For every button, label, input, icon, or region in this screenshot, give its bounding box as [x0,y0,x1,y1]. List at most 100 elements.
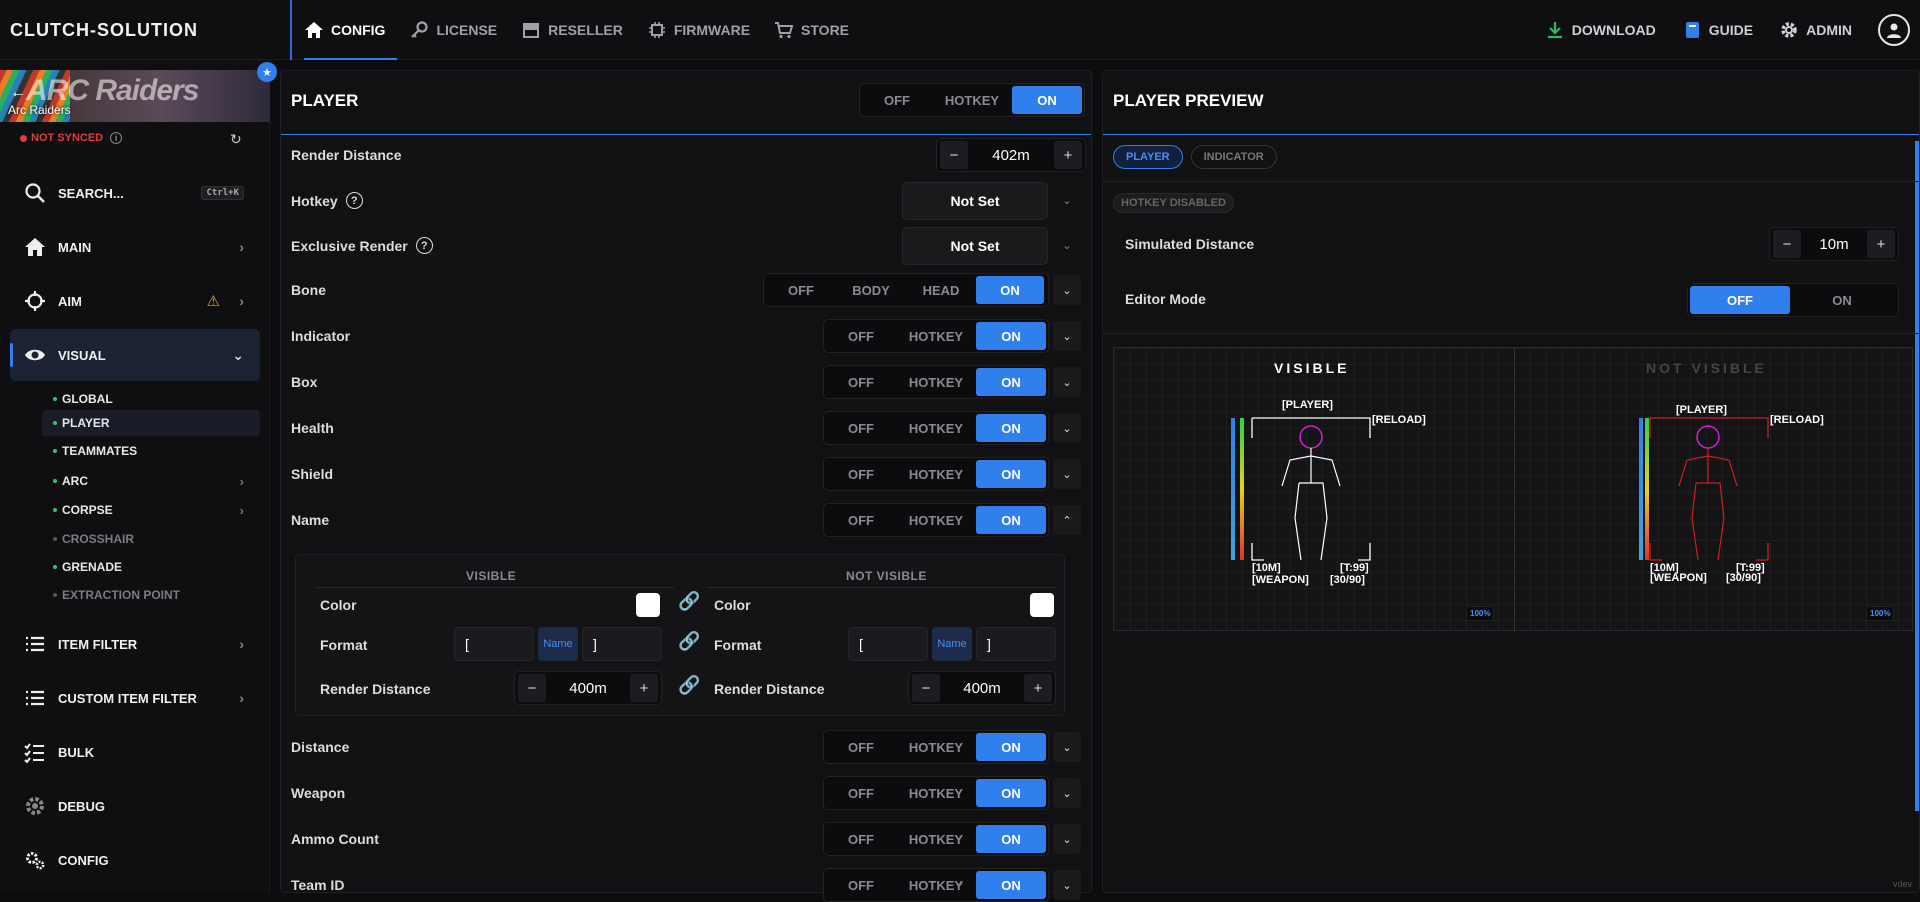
chevron-down-icon[interactable]: ⌄ [1053,230,1081,260]
toggle-on[interactable]: ON [976,460,1046,488]
chevron-down-icon[interactable]: ⌄ [1053,185,1081,215]
chevron-down-icon[interactable]: ⌄ [1053,367,1081,397]
toggle-ammo-count[interactable]: OFFHOTKEYON [823,822,1049,856]
toggle-weapon[interactable]: OFFHOTKEYON [823,776,1049,810]
sidebar-item-bulk[interactable]: BULK [10,726,260,778]
editor-mode-on[interactable]: ON [1790,286,1894,314]
sidebar-item-item-filter[interactable]: ITEM FILTER › [10,618,260,670]
pin-icon[interactable]: ★ [257,62,277,82]
visible-zoom-badge[interactable]: 100% [1466,606,1494,621]
toggle-on[interactable]: ON [976,414,1046,442]
chevron-down-icon[interactable]: ⌄ [1053,321,1081,351]
toggle-distance[interactable]: OFFHOTKEYON [823,730,1049,764]
sidebar-item-visual[interactable]: VISUAL ⌄ [10,329,260,381]
tab-indicator[interactable]: INDICATOR [1191,145,1277,169]
not-visible-format-prefix[interactable]: [ [848,627,928,661]
toggle-hotkey[interactable]: HOTKEY [896,414,976,442]
sidebar-subitem-global[interactable]: GLOBAL [42,386,260,412]
toggle-hotkey[interactable]: HOTKEY [896,368,976,396]
not-visible-name-token[interactable]: Name [932,627,972,661]
toggle-off[interactable]: OFF [826,414,896,442]
sidebar-subitem-grenade[interactable]: GRENADE [42,554,260,580]
toggle-on[interactable]: ON [976,779,1046,807]
help-icon[interactable]: ? [416,237,433,254]
toggle-off[interactable]: OFF [826,322,896,350]
decrement-button[interactable]: − [518,674,546,702]
toggle-health[interactable]: OFFHOTKEYON [823,411,1049,445]
toggle-on[interactable]: ON [976,506,1046,534]
increment-button[interactable]: + [630,674,658,702]
bone-on[interactable]: ON [976,276,1044,304]
bone-off[interactable]: OFF [766,276,836,304]
info-icon[interactable]: i [110,132,122,144]
toggle-off[interactable]: OFF [826,733,896,761]
sidebar-subitem-crosshair[interactable]: CROSSHAIR [42,526,260,552]
render-distance-stepper[interactable]: − 402m + [936,138,1086,172]
not-visible-format-suffix[interactable]: ] [976,627,1056,661]
increment-button[interactable]: + [1054,141,1082,169]
chevron-down-icon[interactable]: ⌄ [1053,413,1081,443]
toggle-shield[interactable]: OFFHOTKEYON [823,457,1049,491]
toggle-on[interactable]: ON [1012,86,1082,114]
toggle-off[interactable]: OFF [826,506,896,534]
toggle-on[interactable]: ON [976,825,1046,853]
chevron-down-icon[interactable]: ⌄ [1053,824,1081,854]
not-visible-color-swatch[interactable] [1030,593,1054,617]
refresh-icon[interactable]: ↻ [230,131,242,148]
bone-toggle[interactable]: OFF BODY HEAD ON [763,273,1049,307]
visible-name-token[interactable]: Name [538,627,578,661]
nav-store[interactable]: STORE [762,0,861,60]
link-icon[interactable]: 🔗 [678,591,700,612]
toggle-hotkey[interactable]: HOTKEY [932,86,1012,114]
sidebar-item-debug[interactable]: DEBUG [10,780,260,832]
sidebar-item-aim[interactable]: AIM ⚠ › [10,275,260,327]
toggle-off[interactable]: OFF [826,825,896,853]
sidebar-item-main[interactable]: MAIN › [10,221,260,273]
toggle-hotkey[interactable]: HOTKEY [896,825,976,853]
toggle-on[interactable]: ON [976,322,1046,350]
editor-mode-off[interactable]: OFF [1690,286,1790,314]
help-icon[interactable]: ? [346,192,363,209]
toggle-on[interactable]: ON [976,871,1046,899]
visible-render-distance-stepper[interactable]: − 400m + [514,671,662,705]
toggle-hotkey[interactable]: HOTKEY [896,779,976,807]
increment-button[interactable]: + [1867,230,1895,258]
toggle-box[interactable]: OFFHOTKEYON [823,365,1049,399]
toggle-off[interactable]: OFF [826,460,896,488]
hotkey-select[interactable]: Not Set [902,182,1048,220]
toggle-off[interactable]: OFF [862,86,932,114]
guide-button[interactable]: GUIDE [1682,20,1753,40]
bone-head[interactable]: HEAD [906,276,976,304]
toggle-off[interactable]: OFF [826,368,896,396]
sidebar-subitem-extraction-point[interactable]: EXTRACTION POINT [42,582,260,608]
search-button[interactable]: SEARCH... Ctrl+K [10,167,260,219]
chevron-down-icon[interactable]: ⌄ [1053,870,1081,900]
toggle-off[interactable]: OFF [826,779,896,807]
chevron-up-icon[interactable]: ⌃ [1053,505,1081,535]
editor-mode-toggle[interactable]: OFF ON [1687,283,1899,317]
not-visible-render-distance-stepper[interactable]: − 400m + [908,671,1056,705]
nav-reseller[interactable]: RESELLER [509,0,635,60]
toggle-hotkey[interactable]: HOTKEY [896,733,976,761]
nav-license[interactable]: LICENSE [397,0,509,60]
tab-player[interactable]: PLAYER [1113,145,1183,169]
sidebar-subitem-player[interactable]: PLAYER [42,410,260,436]
toggle-on[interactable]: ON [976,733,1046,761]
sidebar-subitem-arc[interactable]: ARC› [42,468,260,494]
toggle-off[interactable]: OFF [826,871,896,899]
chevron-down-icon[interactable]: ⌄ [1053,778,1081,808]
toggle-indicator[interactable]: OFFHOTKEYON [823,319,1049,353]
visible-color-swatch[interactable] [636,593,660,617]
exclusive-render-select[interactable]: Not Set [902,227,1048,265]
visible-format-suffix[interactable]: ] [582,627,662,661]
decrement-button[interactable]: − [912,674,940,702]
sidebar-subitem-corpse[interactable]: CORPSE› [42,497,260,523]
sidebar-subitem-teammates[interactable]: TEAMMATES [42,438,260,464]
toggle-team-id[interactable]: OFFHOTKEYON [823,868,1049,902]
download-button[interactable]: DOWNLOAD [1545,20,1656,40]
toggle-hotkey[interactable]: HOTKEY [896,506,976,534]
visible-format-prefix[interactable]: [ [454,627,534,661]
simulated-distance-stepper[interactable]: − 10m + [1769,227,1899,261]
decrement-button[interactable]: − [940,141,968,169]
chevron-down-icon[interactable]: ⌄ [1053,732,1081,762]
